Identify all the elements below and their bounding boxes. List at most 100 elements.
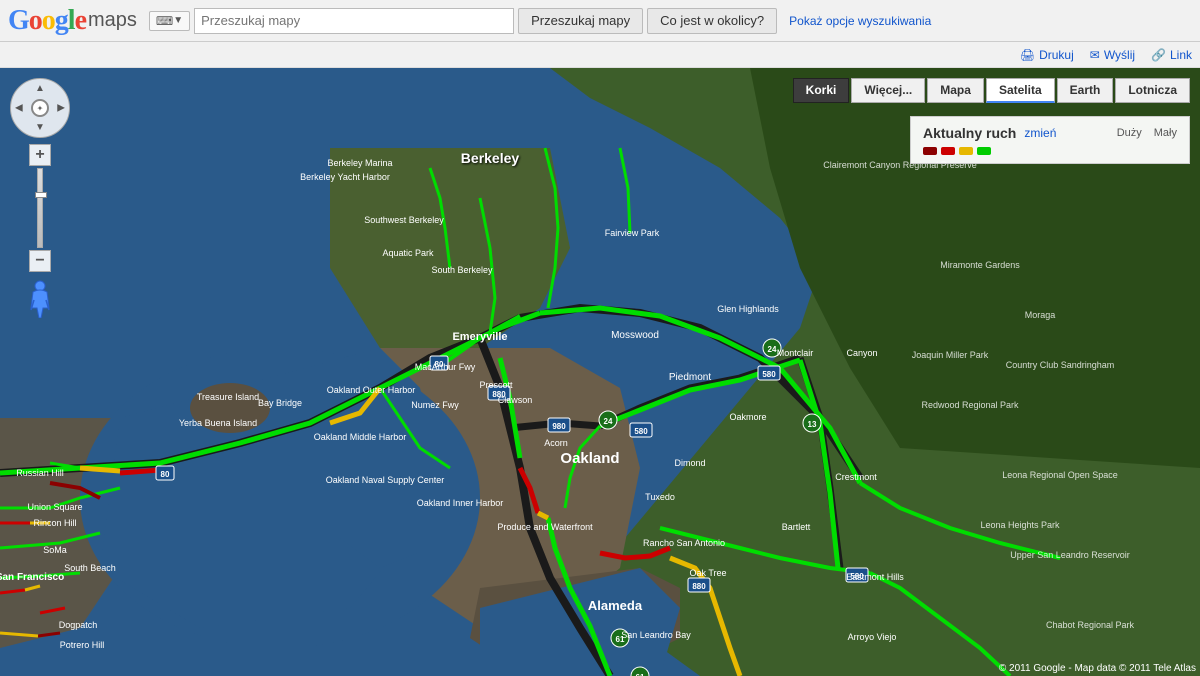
keyboard-button[interactable]: ⌨ ▼ [149, 11, 190, 31]
navigation-control[interactable]: ▲ ▼ ◀ ▶ ✦ [10, 78, 70, 138]
svg-text:Clawson: Clawson [498, 395, 533, 405]
traffic-panel: Aktualny ruch zmień Duży Mały [910, 116, 1190, 164]
svg-text:580: 580 [634, 427, 648, 436]
nav-center[interactable]: ✦ [31, 99, 49, 117]
legend-slow [941, 147, 955, 155]
send-link[interactable]: ✉ Wyślij [1090, 48, 1135, 62]
satellite-tab-label: Satelita [999, 83, 1042, 97]
email-icon: ✉ [1090, 48, 1100, 62]
svg-text:Oakmore: Oakmore [729, 412, 766, 422]
svg-text:Glen Highlands: Glen Highlands [717, 304, 779, 314]
print-link[interactable]: 🖨 Drukuj [1020, 48, 1074, 62]
show-options-link[interactable]: Pokaż opcje wyszukiwania [789, 14, 931, 28]
svg-text:San Francisco: San Francisco [0, 572, 64, 583]
printer-icon: 🖨 [1020, 48, 1035, 62]
svg-text:South Berkeley: South Berkeley [431, 265, 493, 275]
svg-text:Oakland: Oakland [560, 450, 619, 467]
map-tab-label: Mapa [940, 83, 971, 97]
svg-text:Arroyo Viejo: Arroyo Viejo [848, 632, 897, 642]
svg-text:SoMa: SoMa [43, 545, 67, 555]
tab-traffic[interactable]: Korki [793, 78, 850, 103]
aerial-tab-label: Lotnicza [1128, 83, 1177, 97]
print-label: Drukuj [1039, 48, 1074, 62]
map-container[interactable]: 80 80 580 580 580 880 880 980 24 24 13 6… [0, 68, 1200, 676]
svg-text:Crestmont: Crestmont [835, 472, 877, 482]
svg-text:Yerba Buena Island: Yerba Buena Island [179, 418, 257, 428]
logo: Google maps [8, 5, 137, 37]
svg-text:Bartlett: Bartlett [782, 522, 811, 532]
keyboard-dropdown-icon: ▼ [173, 15, 183, 26]
tab-more[interactable]: Więcej... [851, 78, 925, 103]
svg-text:Prescott: Prescott [479, 380, 513, 390]
legend-very-slow [923, 147, 937, 155]
svg-text:MacArthur Fwy: MacArthur Fwy [415, 362, 476, 372]
svg-text:Fairview Park: Fairview Park [605, 228, 660, 238]
tab-satellite[interactable]: Satelita [986, 78, 1055, 103]
nearby-button[interactable]: Co jest w okolicy? [647, 8, 777, 34]
svg-text:Bay Bridge: Bay Bridge [258, 398, 302, 408]
traffic-change-link[interactable]: zmień [1024, 126, 1056, 140]
svg-text:Numez Fwy: Numez Fwy [411, 400, 459, 410]
svg-text:Leona Regional Open Space: Leona Regional Open Space [1002, 470, 1118, 480]
legend-fast [977, 147, 991, 155]
svg-text:Rancho San Antonio: Rancho San Antonio [643, 538, 725, 548]
svg-text:Piedmont: Piedmont [669, 372, 711, 383]
svg-text:Berkeley Marina: Berkeley Marina [327, 158, 392, 168]
svg-text:Moraga: Moraga [1025, 310, 1056, 320]
link-icon: 🔗 [1151, 48, 1166, 62]
svg-text:980: 980 [552, 422, 566, 431]
tab-map[interactable]: Mapa [927, 78, 984, 103]
nav-north-arrow: ▲ [35, 83, 45, 94]
size-large-label: Duży [1117, 127, 1142, 139]
traffic-tab-label: Korki [806, 83, 837, 97]
street-view-person[interactable] [29, 280, 51, 318]
nav-south-arrow: ▼ [35, 122, 45, 133]
svg-text:Country Club Sandringham: Country Club Sandringham [1006, 360, 1115, 370]
svg-text:Treasure Island: Treasure Island [197, 392, 259, 402]
map-type-tabs: Korki Więcej... Mapa Satelita Earth Lotn… [793, 78, 1190, 103]
svg-text:Miramonte Gardens: Miramonte Gardens [940, 260, 1020, 270]
tab-earth[interactable]: Earth [1057, 78, 1114, 103]
svg-text:Berkeley Yacht Harbor: Berkeley Yacht Harbor [300, 172, 390, 182]
svg-text:Oak Tree: Oak Tree [689, 568, 726, 578]
svg-text:880: 880 [692, 582, 706, 591]
svg-text:Oakland Inner Harbor: Oakland Inner Harbor [417, 498, 504, 508]
link-label: Link [1170, 48, 1192, 62]
keyboard-icon: ⌨ [156, 14, 173, 28]
nav-east-arrow: ▶ [57, 103, 65, 114]
earth-tab-label: Earth [1070, 83, 1101, 97]
send-label: Wyślij [1104, 48, 1135, 62]
svg-text:80: 80 [161, 470, 170, 479]
toolbar: 🖨 Drukuj ✉ Wyślij 🔗 Link [0, 42, 1200, 68]
nav-west-arrow: ◀ [15, 103, 23, 114]
tab-aerial[interactable]: Lotnicza [1115, 78, 1190, 103]
legend-moderate [959, 147, 973, 155]
svg-text:Canyon: Canyon [846, 348, 877, 358]
link-link[interactable]: 🔗 Link [1151, 48, 1192, 62]
traffic-title: Aktualny ruch [923, 125, 1016, 141]
svg-text:Joaquin Miller Park: Joaquin Miller Park [912, 350, 989, 360]
svg-text:Upper San Leandro Reservoir: Upper San Leandro Reservoir [1010, 550, 1130, 560]
zoom-slider-thumb[interactable] [35, 192, 47, 198]
zoom-out-button[interactable]: − [29, 250, 51, 272]
svg-text:Oakland Outer Harbor: Oakland Outer Harbor [327, 385, 416, 395]
svg-text:Southwest Berkeley: Southwest Berkeley [364, 215, 444, 225]
svg-text:Tuxedo: Tuxedo [645, 492, 675, 502]
map-controls: ▲ ▼ ◀ ▶ ✦ + − [10, 78, 70, 318]
zoom-in-button[interactable]: + [29, 144, 51, 166]
svg-text:Oakland Middle Harbor: Oakland Middle Harbor [314, 432, 407, 442]
svg-text:Berkeley: Berkeley [461, 150, 520, 166]
zoom-slider[interactable] [37, 168, 43, 248]
svg-text:Dimond: Dimond [674, 458, 705, 468]
svg-text:Union Square: Union Square [27, 502, 82, 512]
svg-text:Eastmont Hills: Eastmont Hills [846, 572, 904, 582]
svg-text:Acorn: Acorn [544, 438, 568, 448]
svg-text:Redwood Regional Park: Redwood Regional Park [921, 400, 1019, 410]
logo-maps-text: maps [88, 9, 137, 32]
search-button[interactable]: Przeszukaj mapy [518, 8, 643, 34]
svg-text:South Beach: South Beach [64, 563, 116, 573]
svg-text:580: 580 [762, 370, 776, 379]
search-input[interactable] [194, 8, 514, 34]
more-tab-label: Więcej... [864, 83, 912, 97]
copyright: © 2011 Google - Map data © 2011 Tele Atl… [999, 663, 1196, 674]
